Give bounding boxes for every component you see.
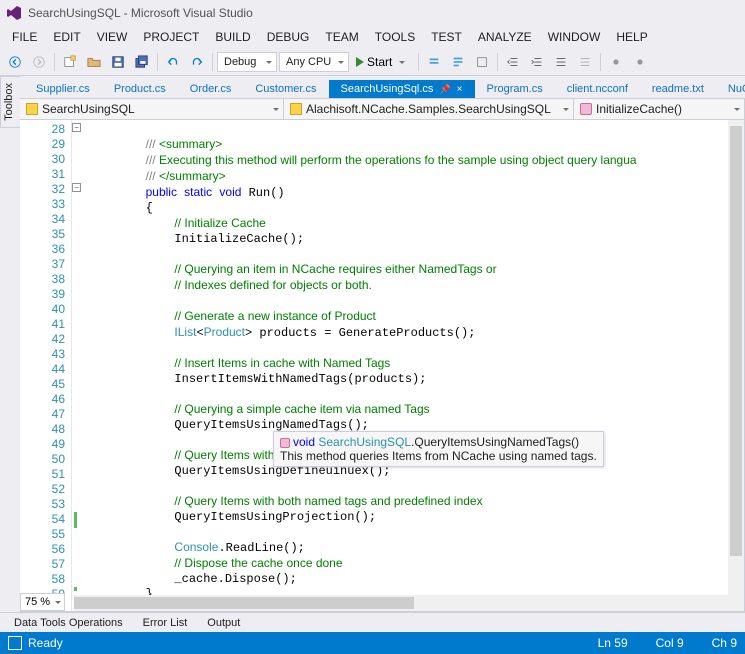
class-icon [290,103,302,115]
line-number-gutter: 2829303132333435363738394041424344454647… [20,120,72,611]
title-bar: SearchUsingSQL - Microsoft Visual Studio [0,0,745,26]
platform-combo[interactable]: Any CPU [279,52,349,72]
nav-project[interactable]: SearchUsingSQL [20,99,284,119]
status-bar: Ready Ln 59 Col 9 Ch 9 [0,632,745,654]
code-area[interactable]: /// <summary> /// Executing this method … [82,120,744,611]
nav-member[interactable]: InitializeCache() [574,99,744,119]
pin-icon[interactable]: 📌 [439,84,450,95]
outdent-button[interactable] [502,51,524,73]
change-marker [74,587,77,591]
save-all-button[interactable] [131,51,153,73]
comment-button[interactable] [550,51,572,73]
outline-margin[interactable]: − − [72,120,82,611]
menu-tools[interactable]: TOOLS [367,28,423,46]
menu-help[interactable]: HELP [608,28,655,46]
tab-searchusingsql-cs[interactable]: SearchUsingSql.cs📌× [329,80,475,98]
tab-order-cs[interactable]: Order.cs [178,80,244,98]
menu-team[interactable]: TEAM [317,28,366,46]
tooltab-data-tools-operations[interactable]: Data Tools Operations [4,615,133,631]
fold-toggle-icon[interactable]: − [72,183,81,192]
toolbar: Debug Any CPU Start [0,48,745,76]
misc-button-1[interactable] [605,51,627,73]
document-tabs: Supplier.csProduct.csOrder.csCustomer.cs… [0,76,745,98]
menu-analyze[interactable]: ANALYZE [470,28,540,46]
tab-supplier-cs[interactable]: Supplier.cs [24,80,102,98]
save-button[interactable] [107,51,129,73]
window-title: SearchUsingSQL - Microsoft Visual Studio [28,6,253,20]
tooltab-error-list[interactable]: Error List [133,615,198,631]
tab-client-ncconf[interactable]: client.ncconf [555,80,640,98]
step-button-1[interactable] [423,51,445,73]
fold-toggle-icon[interactable]: − [72,123,81,132]
config-combo[interactable]: Debug [217,52,277,72]
menu-build[interactable]: BUILD [207,28,258,46]
nav-fwd-button[interactable] [28,51,50,73]
tab-customer-cs[interactable]: Customer.cs [243,80,328,98]
menu-window[interactable]: WINDOW [540,28,609,46]
csharp-project-icon [26,103,38,115]
intellisense-tooltip: void SearchUsingSQL.QueryItemsUsingNamed… [273,431,604,467]
redo-button[interactable] [186,51,208,73]
menu-project[interactable]: PROJECT [135,28,207,46]
menu-view[interactable]: VIEW [89,28,136,46]
tab-program-cs[interactable]: Program.cs [475,80,555,98]
menu-bar: FILEEDITVIEWPROJECTBUILDDEBUGTEAMTOOLSTE… [0,26,745,48]
start-button[interactable]: Start [351,51,414,73]
tooltab-output[interactable]: Output [197,615,250,631]
menu-debug[interactable]: DEBUG [259,28,318,46]
uncomment-button[interactable] [574,51,596,73]
code-editor[interactable]: 2829303132333435363738394041424344454647… [20,120,745,612]
vs-logo-icon [6,5,22,21]
menu-file[interactable]: FILE [4,28,45,46]
tab-product-cs[interactable]: Product.cs [102,80,178,98]
tab-nuget--se[interactable]: NuGet: Se [716,80,745,98]
misc-button-2[interactable] [629,51,651,73]
nav-back-button[interactable] [4,51,26,73]
horizontal-scrollbar[interactable] [74,595,744,611]
tool-window-tabs: Data Tools OperationsError ListOutput [0,612,745,632]
code-nav-bar: SearchUsingSQL Alachisoft.NCache.Samples… [20,98,745,120]
open-file-button[interactable] [83,51,105,73]
step-button-2[interactable] [447,51,469,73]
menu-edit[interactable]: EDIT [45,28,88,46]
change-marker [74,512,77,528]
close-icon[interactable]: × [457,84,463,95]
new-project-button[interactable] [59,51,81,73]
tab-readme-txt[interactable]: readme.txt [640,80,716,98]
toolbox-tab[interactable]: Toolbox [0,76,20,128]
vertical-scrollbar[interactable] [728,120,744,595]
menu-test[interactable]: TEST [423,28,470,46]
method-icon [280,438,290,448]
indent-button[interactable] [526,51,548,73]
undo-button[interactable] [162,51,184,73]
step-button-3[interactable] [471,51,493,73]
nav-class[interactable]: Alachisoft.NCache.Samples.SearchUsingSQL [284,99,574,119]
zoom-combo[interactable]: 75 % [20,593,65,611]
play-icon [356,57,364,67]
method-icon [580,103,592,115]
